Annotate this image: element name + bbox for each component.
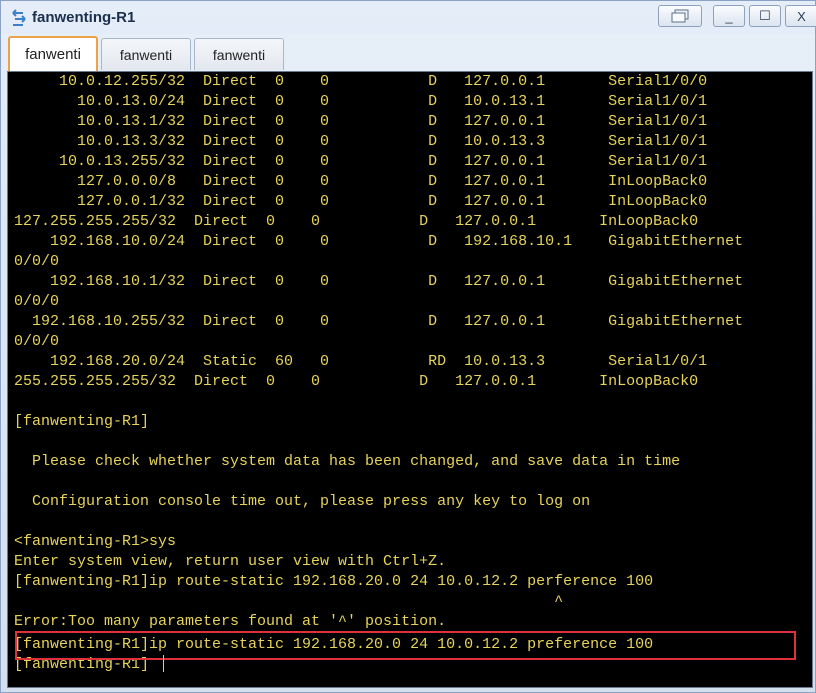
terminal-line: 127.255.255.255/32 Direct 0 0 D 127.0.0.… <box>14 213 699 230</box>
terminal-line: 10.0.13.255/32 Direct 0 0 D 127.0.0.1 Se… <box>14 153 708 170</box>
title-bar[interactable]: fanwenting-R1 _ ☐ X <box>1 1 816 34</box>
router-app-icon <box>12 9 26 26</box>
terminal-line: [fanwenting-R1]ip route-static 192.168.2… <box>14 573 654 590</box>
terminal-line: 127.0.0.1/32 Direct 0 0 D 127.0.0.1 InLo… <box>14 193 708 210</box>
terminal-line: 10.0.12.255/32 Direct 0 0 D 127.0.0.1 Se… <box>14 73 708 90</box>
terminal-line: Configuration console time out, please p… <box>14 493 591 510</box>
terminal-console[interactable]: 10.0.12.255/32 Direct 0 0 D 127.0.0.1 Se… <box>7 71 813 688</box>
tab-view-button[interactable] <box>658 5 702 27</box>
terminal-line: Enter system view, return user view with… <box>14 553 447 570</box>
close-button[interactable]: X <box>785 5 816 27</box>
text-cursor <box>163 655 164 672</box>
minimize-button[interactable]: _ <box>713 5 745 27</box>
terminal-line: 192.168.10.0/24 Direct 0 0 D 192.168.10.… <box>14 233 744 250</box>
terminal-line: 0/0/0 <box>14 253 60 270</box>
tab-fanwenti-3[interactable]: fanwenti <box>194 38 284 70</box>
terminal-line: 0/0/0 <box>14 333 60 350</box>
maximize-button[interactable]: ☐ <box>749 5 781 27</box>
tab-fanwenti-2[interactable]: fanwenti <box>101 38 191 70</box>
terminal-line: [fanwenting-R1] <box>14 413 150 430</box>
terminal-line: 192.168.10.1/32 Direct 0 0 D 127.0.0.1 G… <box>14 273 744 290</box>
terminal-line: 192.168.10.255/32 Direct 0 0 D 127.0.0.1… <box>14 313 744 330</box>
tab-bar: fanwenti fanwenti fanwenti <box>1 34 815 71</box>
terminal-line: 0/0/0 <box>14 293 60 310</box>
terminal-line: 10.0.13.0/24 Direct 0 0 D 10.0.13.1 Seri… <box>14 93 708 110</box>
terminal-line: Error:Too many parameters found at '^' p… <box>14 613 447 630</box>
terminal-line: <fanwenting-R1>sys <box>14 533 177 550</box>
window-stack-icon <box>671 9 689 23</box>
terminal-line: 10.0.13.3/32 Direct 0 0 D 10.0.13.3 Seri… <box>14 133 708 150</box>
terminal-line: ^ <box>14 593 564 610</box>
terminal-line: 192.168.20.0/24 Static 60 0 RD 10.0.13.3… <box>14 353 708 370</box>
tab-fanwenti-1[interactable]: fanwenti <box>8 36 98 71</box>
terminal-window: fanwenting-R1 _ ☐ X fanwenti fanwenti fa… <box>0 0 816 693</box>
window-title: fanwenting-R1 <box>32 9 136 26</box>
highlight-annotation-box <box>15 631 796 660</box>
terminal-line: 10.0.13.1/32 Direct 0 0 D 127.0.0.1 Seri… <box>14 113 708 130</box>
terminal-line: 127.0.0.0/8 Direct 0 0 D 127.0.0.1 InLoo… <box>14 173 708 190</box>
terminal-line: 255.255.255.255/32 Direct 0 0 D 127.0.0.… <box>14 373 699 390</box>
terminal-line: Please check whether system data has bee… <box>14 453 681 470</box>
